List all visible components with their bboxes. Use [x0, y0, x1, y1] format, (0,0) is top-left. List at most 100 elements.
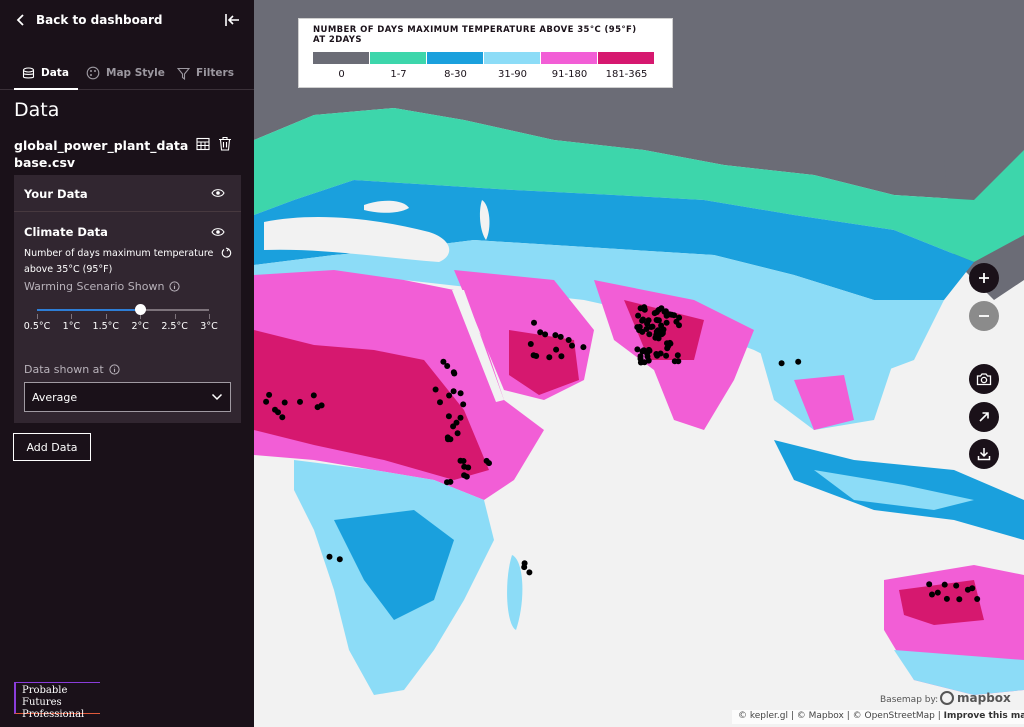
power-plant-point [447, 478, 454, 485]
power-plant-point [432, 386, 439, 393]
active-tab-indicator [14, 88, 78, 90]
power-plant-point [263, 398, 270, 405]
legend-swatch [427, 52, 483, 64]
power-plant-point [310, 392, 317, 399]
power-plant-point [453, 419, 460, 426]
eye-icon[interactable] [211, 227, 225, 237]
power-plant-point [336, 556, 343, 563]
expand-icon [979, 412, 989, 422]
back-to-dashboard-link[interactable]: Back to dashboard [14, 11, 242, 29]
power-plant-point [297, 398, 303, 405]
zoom-in-icon [979, 273, 989, 283]
expand-button[interactable] [969, 402, 999, 432]
download-button[interactable] [969, 439, 999, 469]
data-shown-at-text: Data shown at [24, 363, 104, 376]
table-icon[interactable] [196, 137, 210, 151]
power-plant-point [460, 401, 467, 408]
chevron-left-icon [16, 14, 24, 26]
palette-icon [86, 66, 100, 80]
tab-filters[interactable]: Filters [177, 62, 234, 84]
power-plant-point [450, 388, 457, 395]
basemap-label: Basemap by: [880, 695, 939, 705]
map-canvas[interactable] [254, 0, 1024, 727]
attribution-text[interactable]: © kepler.gl | © Mapbox | © OpenStreetMap… [738, 711, 941, 721]
power-plant-point [326, 553, 333, 560]
power-plant-point [275, 409, 281, 416]
power-plant-point [461, 463, 468, 470]
power-plant-point [778, 360, 785, 367]
power-plant-point [646, 331, 653, 338]
legend-labels: 0 1-7 8-30 31-90 91-180 181-365 [313, 69, 655, 80]
power-plant-point [445, 436, 451, 443]
power-plant-point [674, 352, 681, 359]
legend-swatch [484, 52, 540, 64]
map-attribution: © kepler.gl | © Mapbox | © OpenStreetMap… [732, 710, 1024, 724]
chevron-down-icon [211, 393, 223, 401]
tab-data[interactable]: Data [22, 62, 69, 84]
power-plant-point [634, 346, 641, 353]
reset-icon[interactable] [221, 247, 232, 259]
power-plant-point [457, 390, 464, 397]
warming-scenario-slider[interactable] [37, 304, 210, 319]
power-plant-point [546, 354, 553, 361]
probable-futures-logo: Probable Futures Professional [14, 682, 100, 720]
power-plant-point [974, 596, 981, 602]
power-plant-point [580, 344, 587, 351]
power-plant-point [943, 595, 950, 602]
power-plant-point [795, 358, 802, 365]
screenshot-button[interactable] [969, 364, 999, 394]
tab-filters-label: Filters [196, 67, 234, 79]
zoom-in-button[interactable] [969, 263, 999, 293]
info-icon[interactable] [169, 281, 181, 292]
slider-tick [37, 314, 38, 319]
eye-icon[interactable] [211, 188, 225, 198]
power-plant-point [671, 358, 678, 365]
add-data-button[interactable]: Add Data [13, 433, 91, 461]
slider-tick [209, 314, 210, 319]
sidebar: Back to dashboard Data Map Style Filters [0, 0, 254, 727]
section-title: Data [14, 99, 60, 121]
climate-data-label: Climate Data [24, 225, 108, 239]
power-plant-point [569, 342, 575, 349]
power-plant-point [454, 430, 461, 437]
power-plant-point [668, 311, 675, 318]
mapbox-logo-text: mapbox [957, 691, 1011, 705]
zoom-out-button[interactable] [969, 301, 999, 331]
your-data-row[interactable]: Your Data [14, 175, 241, 212]
slider-fill [37, 309, 141, 311]
slider-tick [71, 314, 73, 319]
filter-icon [177, 67, 190, 80]
slider-tick [105, 314, 107, 319]
collapse-sidebar-icon[interactable] [224, 13, 240, 27]
power-plant-point [644, 350, 651, 357]
power-plant-point [663, 352, 670, 359]
power-plant-point [956, 596, 963, 603]
your-data-label: Your Data [24, 187, 88, 201]
power-plant-point [926, 581, 933, 588]
power-plant-point [657, 350, 664, 357]
data-shown-at-value: Average [32, 390, 78, 404]
tab-data-label: Data [41, 67, 69, 79]
power-plant-point [526, 569, 533, 576]
power-plant-point [644, 320, 651, 327]
info-icon[interactable] [109, 364, 120, 375]
map-legend: NUMBER OF DAYS MAXIMUM TEMPERATURE ABOVE… [298, 18, 673, 88]
power-plant-point [651, 310, 658, 317]
power-plant-point [531, 319, 537, 326]
trash-icon[interactable] [218, 136, 232, 151]
power-plant-point [673, 318, 680, 325]
data-shown-at-select[interactable]: Average [24, 382, 231, 412]
power-plant-point [279, 414, 286, 421]
legend-swatch [598, 52, 654, 64]
improve-map-link[interactable]: Improve this map [944, 711, 1024, 721]
legend-label: 31-90 [497, 69, 528, 80]
mapbox-logo[interactable]: mapbox [940, 691, 1011, 705]
logo-line-2: Professional [22, 709, 85, 720]
power-plant-point [663, 319, 670, 326]
climate-description: Number of days maximum temperature above… [24, 248, 214, 275]
power-plant-point [929, 591, 935, 598]
legend-title: NUMBER OF DAYS MAXIMUM TEMPERATURE ABOVE… [313, 25, 637, 45]
slider-tick-label[interactable]: 3°C [189, 321, 229, 332]
slider-thumb[interactable] [135, 304, 147, 315]
tab-map-style[interactable]: Map Style [86, 62, 165, 84]
